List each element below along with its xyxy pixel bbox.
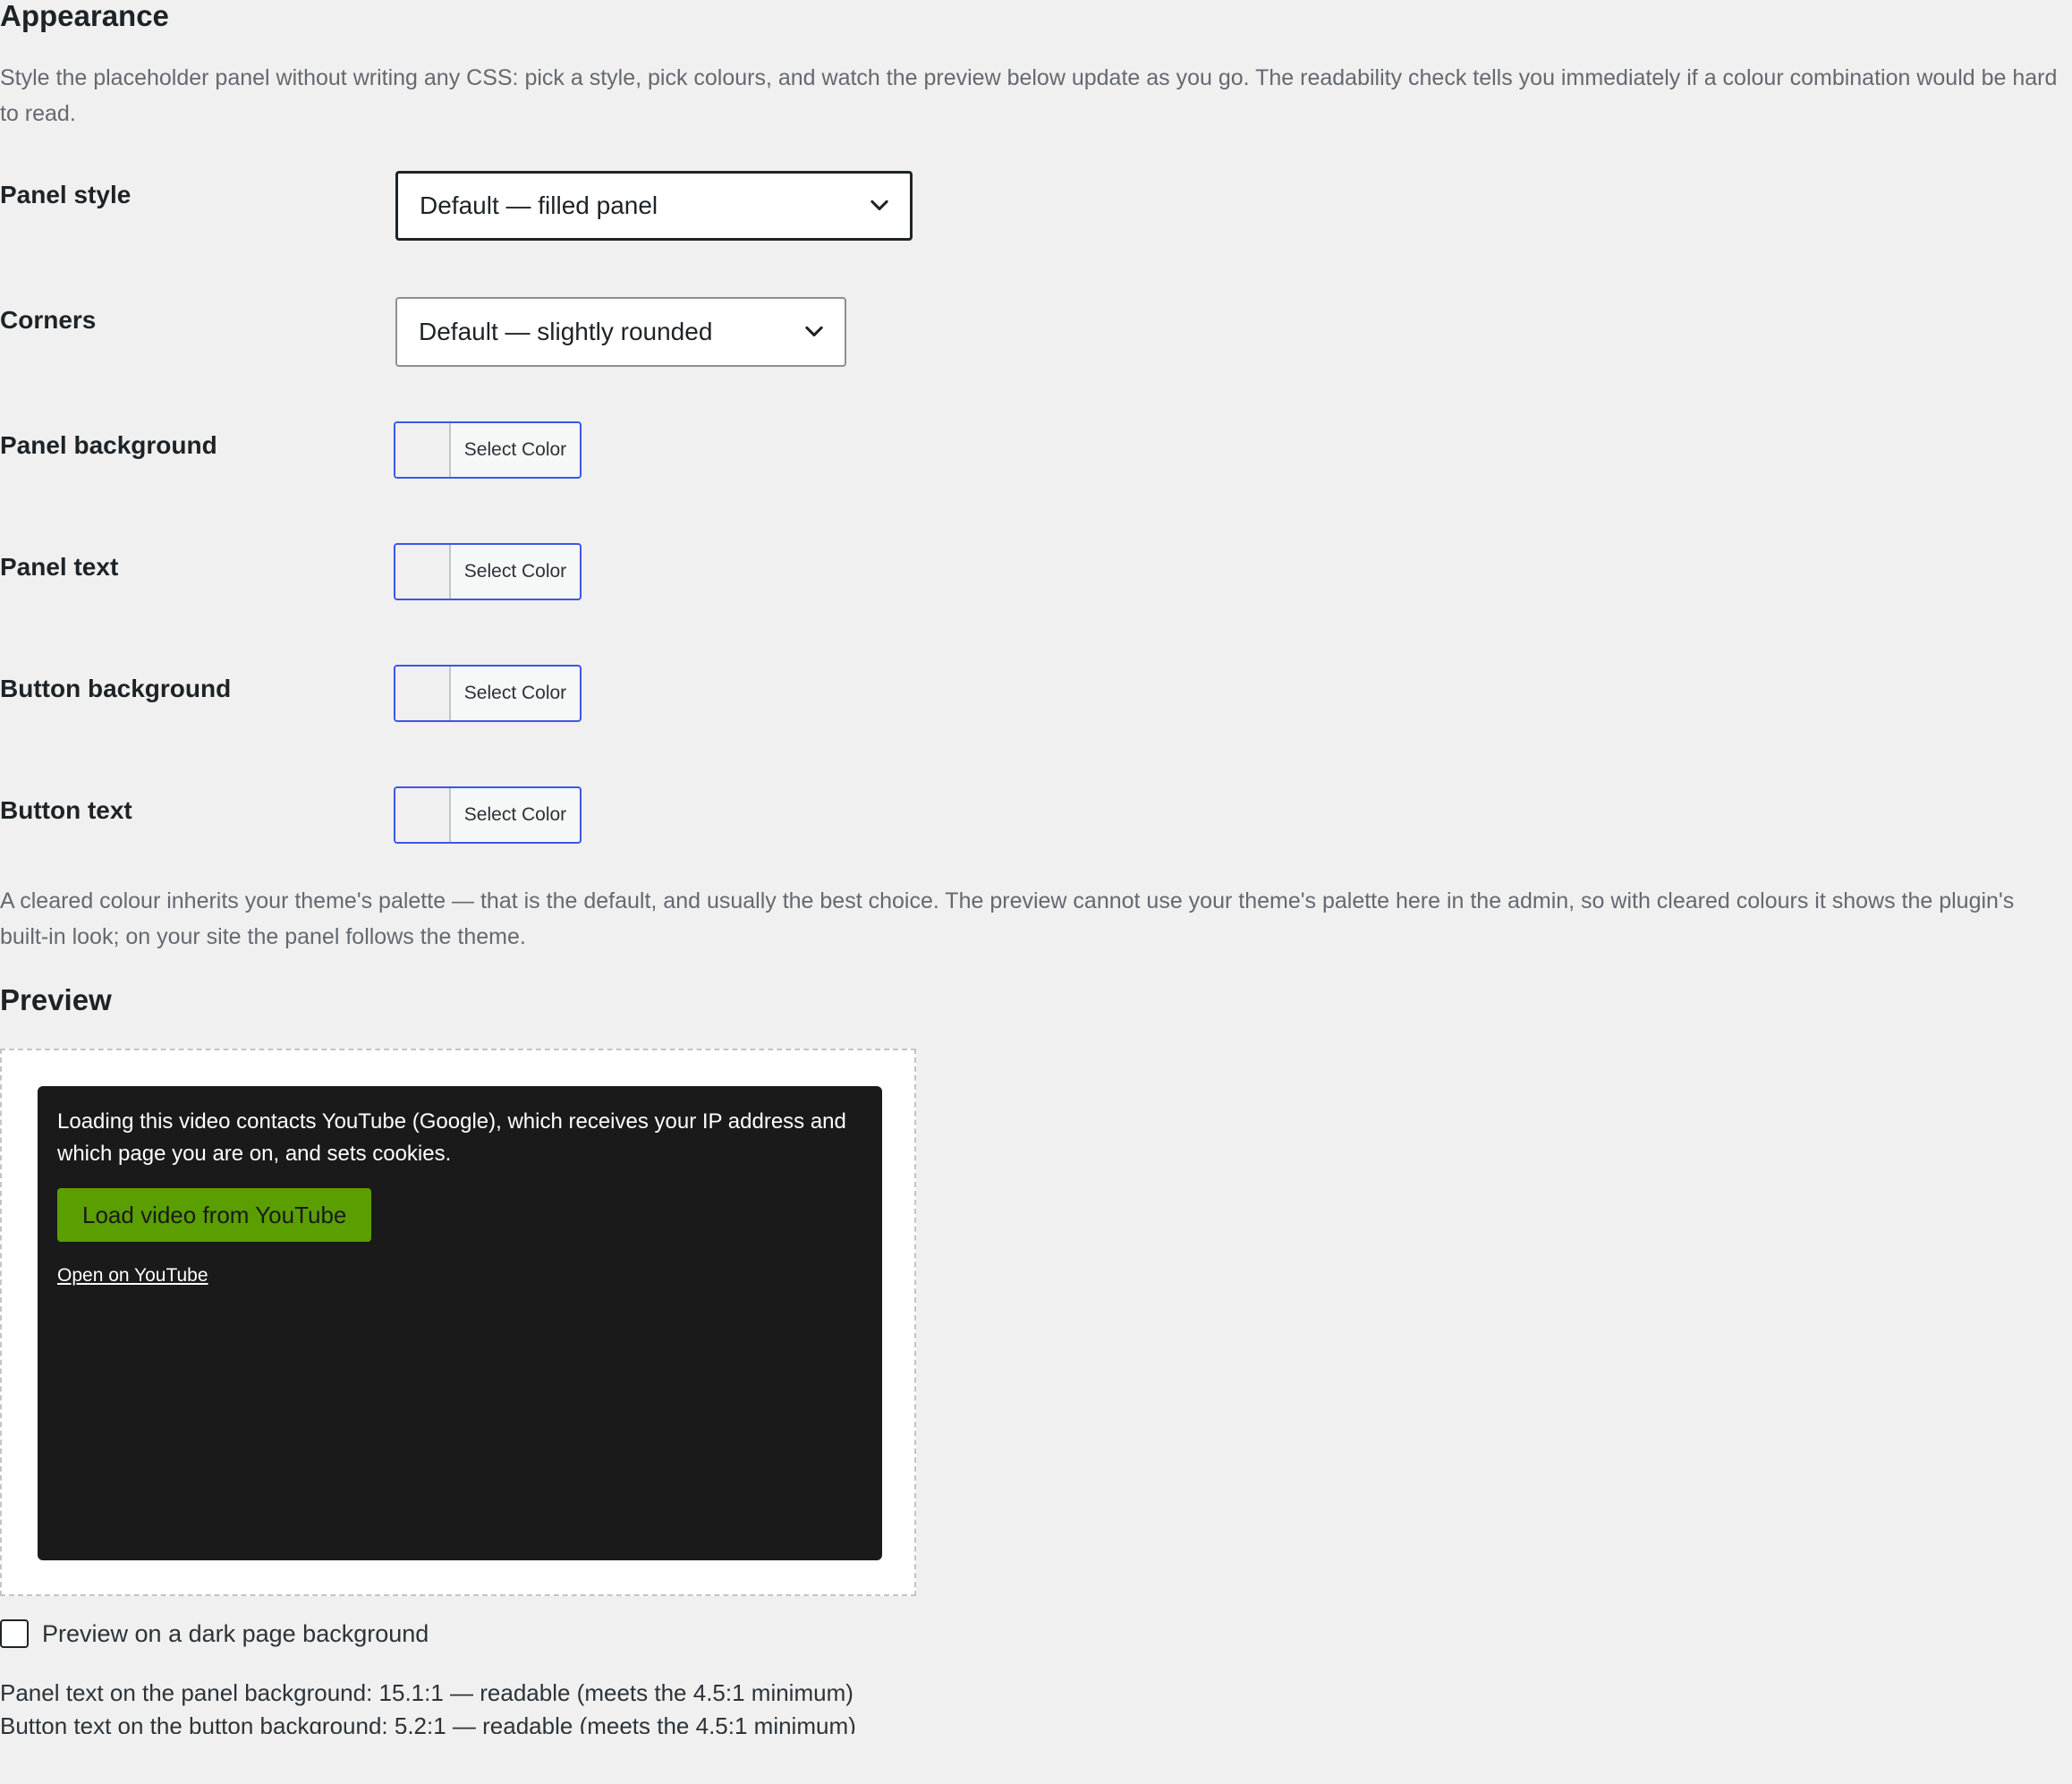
- button-background-label: Button background: [0, 675, 232, 702]
- panel-text-label: Panel text: [0, 553, 119, 581]
- open-on-youtube-link[interactable]: Open on YouTube: [57, 1265, 862, 1287]
- privacy-notice: Loading this video contacts YouTube (Goo…: [57, 1109, 846, 1166]
- readability-check: Panel text on the panel background: 15.1…: [0, 1677, 1074, 1734]
- button-text-color-button[interactable]: Select Color: [394, 786, 582, 844]
- dark-background-label: Preview on a dark page background: [42, 1619, 429, 1647]
- corners-select[interactable]: Default — slightly rounded: [395, 297, 846, 367]
- panel-background-label: Panel background: [0, 431, 217, 459]
- button-text-label: Button text: [0, 796, 132, 824]
- panel-style-select[interactable]: Default — filled panel: [395, 171, 913, 241]
- preview-frame: Loading this video contacts YouTube (Goo…: [0, 1049, 916, 1596]
- load-video-button[interactable]: Load video from YouTube: [57, 1188, 372, 1242]
- select-color-label: Select Color: [463, 804, 567, 825]
- corners-label: Corners: [0, 306, 97, 334]
- panel-background-color-button[interactable]: Select Color: [394, 421, 582, 479]
- section-title: Appearance: [0, 0, 169, 32]
- select-color-label: Select Color: [463, 683, 567, 703]
- button-background-color-button[interactable]: Select Color: [394, 665, 582, 722]
- color-swatch: [395, 667, 451, 720]
- select-color-label: Select Color: [463, 439, 567, 460]
- button-contrast-result: Button text on the button background: 5.…: [0, 1712, 856, 1734]
- panel-contrast-result: Panel text on the panel background: 15.1…: [0, 1679, 853, 1706]
- chevron-down-icon: [805, 326, 823, 337]
- section-description: Style the placeholder panel without writ…: [0, 65, 2058, 126]
- preview-title: Preview: [0, 983, 112, 1016]
- color-swatch: [395, 788, 451, 842]
- panel-text-color-button[interactable]: Select Color: [394, 543, 582, 600]
- chevron-down-icon: [870, 200, 888, 211]
- corners-value: Default — slightly rounded: [419, 318, 713, 345]
- video-placeholder-panel: Loading this video contacts YouTube (Goo…: [38, 1086, 882, 1560]
- dark-background-checkbox[interactable]: [0, 1619, 29, 1648]
- color-swatch: [395, 545, 451, 599]
- cleared-colour-note: A cleared colour inherits your theme's p…: [0, 888, 2015, 949]
- dark-background-toggle[interactable]: Preview on a dark page background: [0, 1619, 429, 1648]
- panel-style-label: Panel style: [0, 181, 132, 208]
- panel-style-value: Default — filled panel: [420, 191, 658, 219]
- select-color-label: Select Color: [463, 561, 567, 582]
- color-swatch: [395, 423, 451, 477]
